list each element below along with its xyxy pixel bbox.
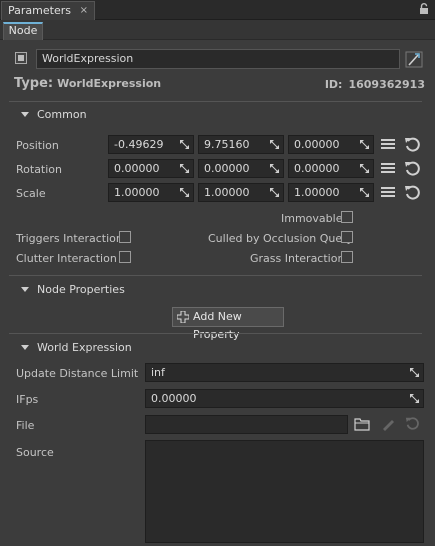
source-textarea[interactable] <box>145 440 424 543</box>
drag-grip-icon[interactable] <box>360 164 369 173</box>
scale-y-field[interactable]: 1.00000 <box>198 183 284 202</box>
file-path-field[interactable] <box>145 415 348 434</box>
position-x-field[interactable]: -0.49629 <box>108 135 194 154</box>
scale-y-value: 1.00000 <box>204 186 250 199</box>
position-x-value: -0.49629 <box>114 138 164 151</box>
scale-z-field[interactable]: 1.00000 <box>288 183 374 202</box>
close-icon[interactable]: × <box>80 2 88 19</box>
ifps-label: IFps <box>16 393 39 406</box>
node-id-line: ID: 1609362913 <box>325 78 425 91</box>
add-new-property-button[interactable]: Add New Property <box>172 307 284 341</box>
rotation-x-field[interactable]: 0.00000 <box>108 159 194 178</box>
chevron-down-icon <box>21 112 29 117</box>
divider <box>9 101 422 102</box>
pick-node-icon[interactable] <box>405 49 423 69</box>
folder-icon[interactable] <box>354 417 370 431</box>
source-label: Source <box>16 446 54 459</box>
update-distance-limit-value: inf <box>151 366 165 379</box>
scale-x-field[interactable]: 1.00000 <box>108 183 194 202</box>
type-label: Type: <box>14 76 54 91</box>
menu-icon[interactable] <box>381 163 395 174</box>
chevron-down-icon <box>21 287 29 292</box>
culled-by-occlusion-query-label: Culled by Occlusion Query <box>208 232 354 245</box>
rotation-y-field[interactable]: 0.00000 <box>198 159 284 178</box>
section-common-title: Common <box>37 108 87 121</box>
tab-node[interactable]: Node <box>3 22 43 40</box>
update-distance-limit-label: Update Distance Limit <box>16 367 139 380</box>
type-value: WorldExpression <box>57 77 162 90</box>
add-new-property-label: Add New Property <box>193 310 242 341</box>
reset-icon[interactable] <box>404 184 420 200</box>
clutter-interaction-label: Clutter Interaction <box>16 252 117 265</box>
node-tabbar: Node <box>0 20 435 40</box>
position-z-field[interactable]: 0.00000 <box>288 135 374 154</box>
drag-grip-icon[interactable] <box>410 368 419 377</box>
scale-z-value: 1.00000 <box>294 186 340 199</box>
clutter-interaction-checkbox[interactable] <box>119 251 131 263</box>
node-name-field[interactable]: WorldExpression <box>36 49 400 69</box>
node-enabled-checkbox[interactable] <box>15 52 27 64</box>
menu-icon[interactable] <box>381 187 395 198</box>
reset-icon[interactable] <box>404 416 420 430</box>
immovable-checkbox[interactable] <box>341 211 353 223</box>
drag-grip-icon[interactable] <box>360 188 369 197</box>
rotation-x-value: 0.00000 <box>114 162 160 175</box>
drag-grip-icon[interactable] <box>180 164 189 173</box>
triggers-interaction-checkbox[interactable] <box>119 231 131 243</box>
position-label: Position <box>16 139 59 152</box>
file-label: File <box>16 419 35 432</box>
rotation-z-field[interactable]: 0.00000 <box>288 159 374 178</box>
position-y-field[interactable]: 9.75160 <box>198 135 284 154</box>
ifps-value: 0.00000 <box>151 392 197 405</box>
edit-pencil-icon[interactable] <box>380 417 396 431</box>
immovable-label: Immovable <box>281 212 343 225</box>
drag-grip-icon[interactable] <box>180 140 189 149</box>
panel-tabbar: Parameters × <box>0 0 435 20</box>
plus-icon <box>177 311 189 323</box>
grass-interaction-label: Grass Interaction <box>250 252 345 265</box>
triggers-interaction-label: Triggers Interaction <box>16 232 123 245</box>
drag-grip-icon[interactable] <box>270 164 279 173</box>
rotation-z-value: 0.00000 <box>294 162 340 175</box>
reset-icon[interactable] <box>404 136 420 152</box>
ifps-field[interactable]: 0.00000 <box>145 389 424 408</box>
section-node-properties-title: Node Properties <box>37 283 125 296</box>
id-value: 1609362913 <box>348 78 425 91</box>
drag-grip-icon[interactable] <box>270 140 279 149</box>
divider <box>9 333 422 334</box>
rotation-y-value: 0.00000 <box>204 162 250 175</box>
chevron-down-icon <box>21 345 29 350</box>
section-world-expression-title: World Expression <box>37 341 132 354</box>
scale-x-value: 1.00000 <box>114 186 160 199</box>
divider <box>9 275 422 276</box>
scale-label: Scale <box>16 187 46 200</box>
grass-interaction-checkbox[interactable] <box>341 251 353 263</box>
id-label: ID: <box>324 78 343 91</box>
rotation-label: Rotation <box>16 163 63 176</box>
menu-icon[interactable] <box>381 139 395 150</box>
drag-grip-icon[interactable] <box>270 188 279 197</box>
position-z-value: 0.00000 <box>294 138 340 151</box>
drag-grip-icon[interactable] <box>360 140 369 149</box>
node-type-line: Type: WorldExpression <box>14 76 161 91</box>
culled-by-occlusion-query-checkbox[interactable] <box>341 231 353 243</box>
position-y-value: 9.75160 <box>204 138 250 151</box>
tab-parameters-label: Parameters <box>8 4 71 17</box>
reset-icon[interactable] <box>404 160 420 176</box>
tab-parameters[interactable]: Parameters × <box>1 1 95 20</box>
drag-grip-icon[interactable] <box>410 394 419 403</box>
update-distance-limit-field[interactable]: inf <box>145 363 424 382</box>
drag-grip-icon[interactable] <box>180 188 189 197</box>
lock-icon[interactable] <box>419 3 429 15</box>
